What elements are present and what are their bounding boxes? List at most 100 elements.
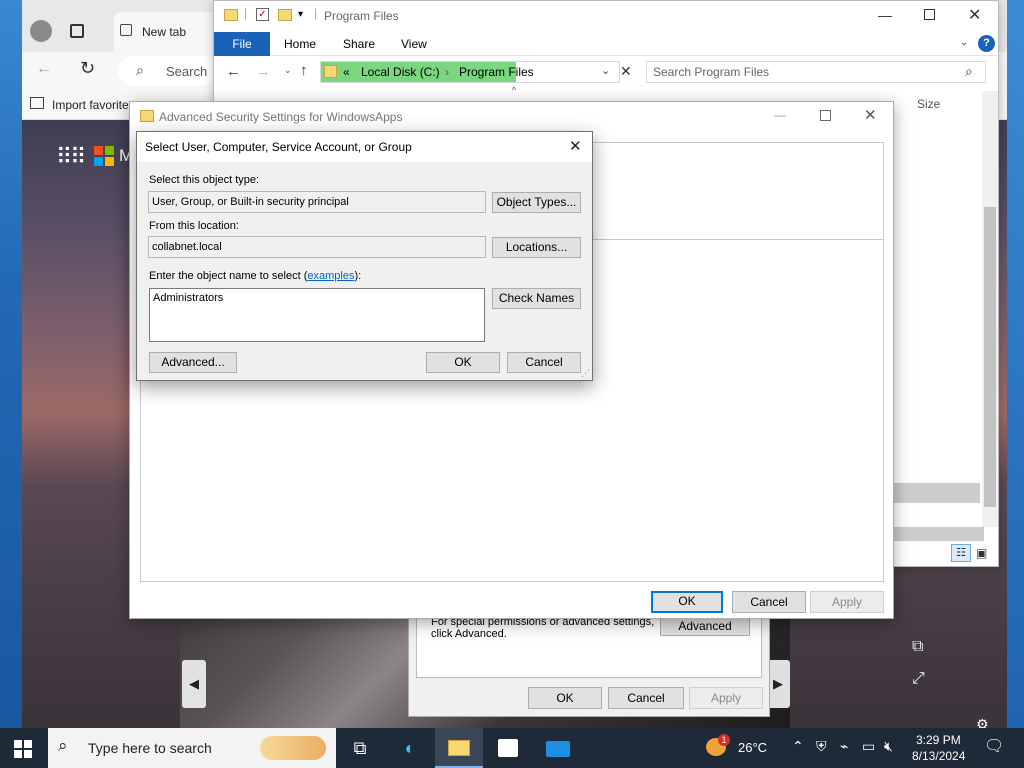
taskbar-search-box[interactable]: ⌕ Type here to search xyxy=(48,728,336,768)
advanced-apply-button[interactable]: Apply xyxy=(810,591,884,613)
permissions-advanced-button[interactable]: Advanced xyxy=(660,616,750,636)
vertical-scrollbar[interactable] xyxy=(982,91,998,527)
task-view-icon[interactable]: ⧉ xyxy=(336,728,384,768)
scrollbar-thumb[interactable] xyxy=(984,207,996,507)
tray-overflow-chevron-icon[interactable]: ⌃ xyxy=(792,738,804,755)
horizontal-scrollbar[interactable] xyxy=(894,483,980,503)
display-icon[interactable]: ▭ xyxy=(862,738,875,755)
column-header-size[interactable]: Size xyxy=(917,97,940,111)
search-box[interactable]: Search Program Files ⌕ xyxy=(646,61,986,83)
select-ok-button[interactable]: OK xyxy=(426,352,500,373)
address-placeholder: Search xyxy=(166,64,208,79)
recent-locations-icon[interactable]: ⌄ xyxy=(284,65,292,76)
examples-link[interactable]: examples xyxy=(307,270,354,282)
image-info-icon[interactable]: ⧉ xyxy=(912,638,923,656)
check-names-button[interactable]: Check Names xyxy=(492,288,581,309)
address-dropdown-icon[interactable]: ⌄ xyxy=(601,64,610,77)
new-tab-page-icon xyxy=(120,24,132,36)
advanced-titlebar: Advanced Security Settings for WindowsAp… xyxy=(130,102,893,132)
quick-access-dropdown-icon[interactable]: ▾ xyxy=(298,9,303,20)
breadcrumb-program-files[interactable]: Program Files xyxy=(459,65,534,79)
close-icon[interactable]: ✕ xyxy=(569,137,582,155)
search-placeholder: Search Program Files xyxy=(653,65,770,79)
ribbon-tab-view[interactable]: View xyxy=(401,32,427,56)
profile-avatar-icon[interactable] xyxy=(30,20,52,42)
security-shield-icon[interactable]: ⛨ xyxy=(816,738,827,755)
object-name-input[interactable]: Administrators xyxy=(149,288,485,342)
tab-actions-icon[interactable] xyxy=(70,24,84,38)
taskbar-search-placeholder: Type here to search xyxy=(88,740,212,756)
horizontal-scrollbar-lower[interactable] xyxy=(894,527,984,541)
separator: | xyxy=(244,6,248,20)
back-icon[interactable]: ← xyxy=(226,63,241,80)
maximize-icon[interactable] xyxy=(924,9,935,20)
clear-address-icon[interactable]: ✕ xyxy=(620,63,632,80)
network-icon[interactable]: ⌁ xyxy=(840,738,848,755)
ribbon-tab-share[interactable]: Share xyxy=(343,32,375,56)
object-name-label-text: Enter the object name to select ( xyxy=(149,270,308,282)
volume-muted-icon[interactable]: 🔇︎ xyxy=(884,738,893,755)
clock-date[interactable]: 8/13/2024 xyxy=(912,749,965,763)
advanced-cancel-button[interactable]: Cancel xyxy=(732,591,806,613)
minimize-icon[interactable]: — xyxy=(774,108,786,122)
object-name-label-end: ): xyxy=(354,270,362,282)
weather-temperature[interactable]: 26°C xyxy=(738,740,767,755)
details-view-icon[interactable]: ☷ xyxy=(951,544,971,562)
forward-icon[interactable]: → xyxy=(256,63,271,80)
explorer-title: Program Files xyxy=(324,9,399,23)
advanced-title: Advanced Security Settings for WindowsAp… xyxy=(159,110,403,124)
search-highlight-illustration-icon xyxy=(260,736,326,760)
maximize-icon[interactable] xyxy=(820,110,831,121)
advanced-ok-button[interactable]: OK xyxy=(651,591,723,613)
new-folder-icon[interactable] xyxy=(278,9,292,21)
minimize-icon[interactable]: — xyxy=(878,7,892,23)
object-types-button[interactable]: Object Types... xyxy=(492,192,581,213)
object-type-label: Select this object type: xyxy=(149,174,260,186)
ribbon-tab-home[interactable]: Home xyxy=(284,32,316,56)
location-field: collabnet.local xyxy=(148,236,486,258)
ribbon-tab-file[interactable]: File xyxy=(214,32,270,56)
breadcrumb-separator[interactable]: › xyxy=(445,65,449,79)
start-windows-icon[interactable] xyxy=(14,740,32,758)
notifications-icon[interactable]: 🗨︎ xyxy=(984,736,1004,756)
help-icon[interactable]: ? xyxy=(978,35,995,52)
select-user-title: Select User, Computer, Service Account, … xyxy=(145,140,412,154)
mail-icon[interactable] xyxy=(534,728,582,768)
separator: | xyxy=(314,6,318,20)
search-icon: ⌕ xyxy=(965,63,973,79)
clock-time[interactable]: 3:29 PM xyxy=(916,733,961,747)
store-bag-shape xyxy=(498,739,518,757)
carousel-prev-button[interactable]: ◀ xyxy=(182,660,206,708)
resize-grip-icon[interactable]: ⋰ xyxy=(581,368,590,379)
edge-browser-icon[interactable]: ◐ xyxy=(386,728,434,768)
permissions-cancel-button[interactable]: Cancel xyxy=(608,687,684,709)
breadcrumb-local-disk[interactable]: Local Disk (C:) xyxy=(361,65,440,79)
up-icon[interactable]: ↑ xyxy=(300,62,308,79)
select-cancel-button[interactable]: Cancel xyxy=(507,352,581,373)
locations-button[interactable]: Locations... xyxy=(492,237,581,258)
microsoft-logo-icon xyxy=(94,146,114,166)
apps-grid-icon[interactable]: ⠿⠿ xyxy=(56,144,86,170)
folder-icon xyxy=(140,110,154,122)
explorer-titlebar: | ✓ ▾ | Program Files — ✕ xyxy=(214,1,998,32)
file-explorer-icon[interactable] xyxy=(435,728,483,768)
microsoft-store-icon[interactable] xyxy=(484,728,532,768)
advanced-button[interactable]: Advanced... xyxy=(149,352,237,373)
address-bar[interactable]: ⌕ Search xyxy=(118,56,218,86)
import-favorites-link[interactable]: Import favorite xyxy=(52,98,129,112)
properties-check-icon[interactable]: ✓ xyxy=(256,8,269,21)
address-bar[interactable]: « Local Disk (C:) › Program Files ⌄ xyxy=(320,61,620,83)
location-label: From this location: xyxy=(149,220,239,232)
refresh-icon[interactable]: ↻ xyxy=(80,58,95,79)
permissions-ok-button[interactable]: OK xyxy=(528,687,602,709)
mail-envelope-shape xyxy=(546,741,570,757)
expand-icon[interactable]: ⤢ xyxy=(912,670,925,688)
large-icons-view-icon[interactable]: ▣ xyxy=(976,546,987,560)
ribbon-expand-icon[interactable]: ⌄ xyxy=(960,37,968,48)
close-icon[interactable]: ✕ xyxy=(864,106,877,124)
back-arrow-icon[interactable]: ← xyxy=(36,60,52,78)
explorer-ribbon: File Home Share View ⌄ ? xyxy=(214,32,998,56)
permissions-apply-button[interactable]: Apply xyxy=(689,687,763,709)
close-icon[interactable]: ✕ xyxy=(968,5,981,25)
address-overflow-chevron[interactable]: « xyxy=(343,65,350,79)
